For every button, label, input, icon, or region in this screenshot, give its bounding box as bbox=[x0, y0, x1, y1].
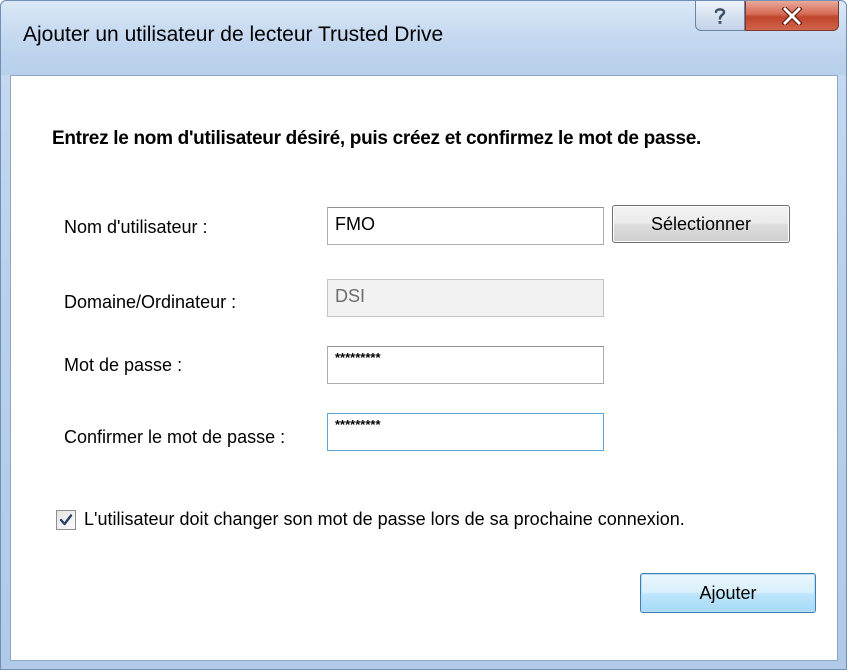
must-change-password-checkbox[interactable] bbox=[56, 510, 76, 530]
title-bar[interactable]: Ajouter un utilisateur de lecteur Truste… bbox=[1, 1, 846, 75]
close-button[interactable] bbox=[745, 1, 839, 31]
add-button[interactable]: Ajouter bbox=[640, 573, 816, 613]
help-button[interactable] bbox=[695, 1, 745, 31]
confirm-password-input[interactable]: ********* bbox=[327, 413, 604, 451]
instruction-text: Entrez le nom d'utilisateur désiré, puis… bbox=[52, 128, 702, 149]
confirm-password-label: Confirmer le mot de passe : bbox=[64, 427, 286, 447]
password-label: Mot de passe : bbox=[64, 355, 183, 375]
window-title: Ajouter un utilisateur de lecteur Truste… bbox=[23, 23, 444, 46]
must-change-password-label[interactable]: L'utilisateur doit changer son mot de pa… bbox=[84, 507, 685, 531]
help-icon bbox=[714, 7, 726, 24]
close-icon bbox=[781, 6, 803, 25]
dialog-window: Ajouter un utilisateur de lecteur Truste… bbox=[0, 0, 847, 670]
password-input[interactable]: ********* bbox=[327, 346, 604, 384]
username-label: Nom d'utilisateur : bbox=[64, 217, 208, 237]
username-input[interactable]: FMO bbox=[327, 207, 604, 245]
domain-label: Domaine/Ordinateur : bbox=[64, 292, 237, 312]
checkmark-icon bbox=[59, 514, 73, 526]
select-button[interactable]: Sélectionner bbox=[612, 205, 790, 243]
domain-field: DSI bbox=[327, 279, 604, 317]
